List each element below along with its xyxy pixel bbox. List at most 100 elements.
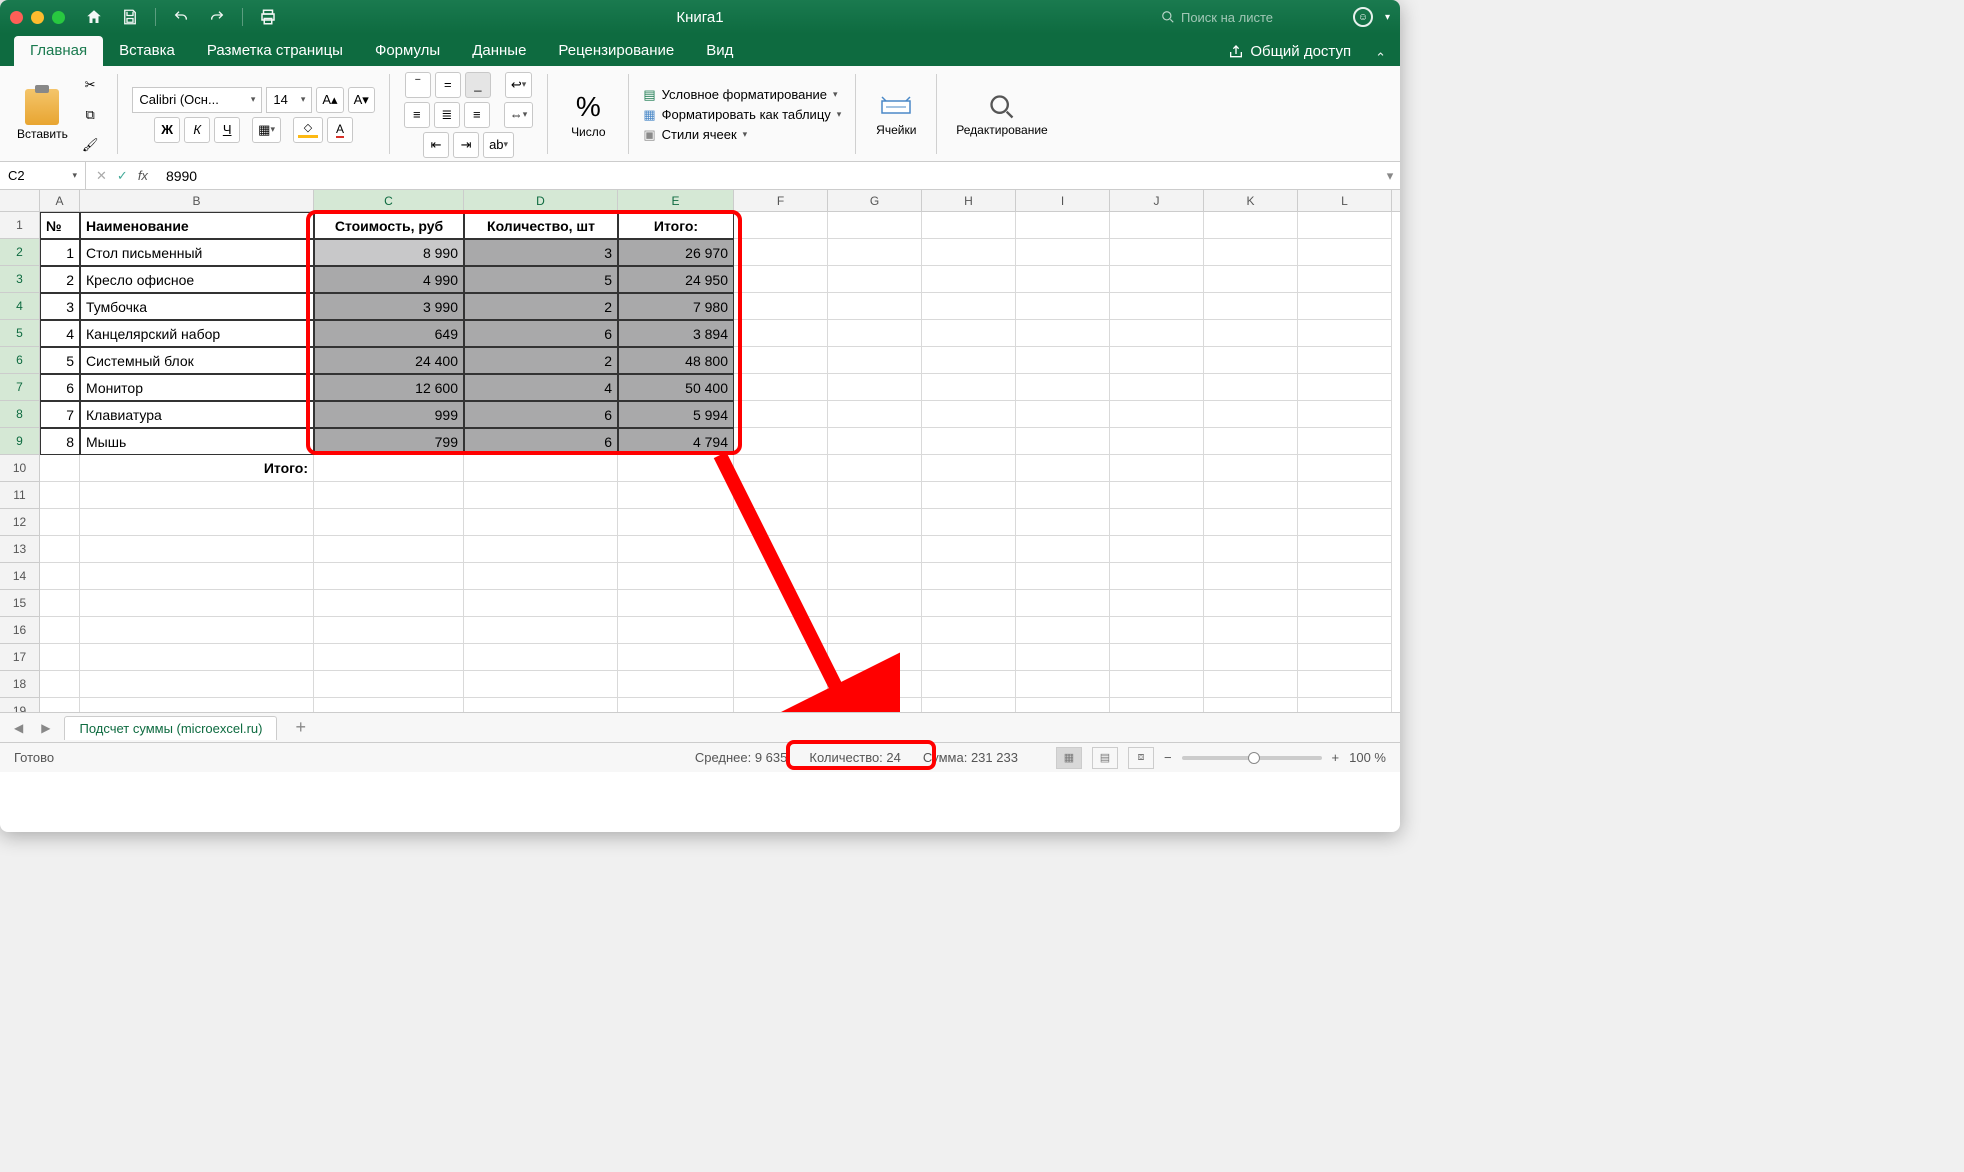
zoom-out-icon[interactable]: − <box>1164 750 1172 765</box>
cell[interactable] <box>1298 212 1392 239</box>
cell[interactable]: 3 <box>40 293 80 320</box>
tab-layout[interactable]: Разметка страницы <box>191 36 359 66</box>
cell[interactable] <box>734 482 828 509</box>
cell[interactable] <box>1016 347 1110 374</box>
increase-indent-icon[interactable]: ⇥ <box>453 132 479 158</box>
row-header[interactable]: 18 <box>0 671 40 698</box>
cell[interactable] <box>314 536 464 563</box>
cell[interactable] <box>1110 293 1204 320</box>
cell[interactable] <box>1110 563 1204 590</box>
cell[interactable] <box>734 509 828 536</box>
cell[interactable] <box>1016 212 1110 239</box>
cell[interactable]: 6 <box>464 320 618 347</box>
save-icon[interactable] <box>119 6 141 28</box>
cell[interactable]: 649 <box>314 320 464 347</box>
align-middle-icon[interactable]: = <box>435 72 461 98</box>
cell[interactable] <box>1110 509 1204 536</box>
cell[interactable] <box>828 266 922 293</box>
cell[interactable]: 2 <box>464 293 618 320</box>
cell[interactable]: Кресло офисное <box>80 266 314 293</box>
row-header[interactable]: 19 <box>0 698 40 712</box>
row-header[interactable]: 10 <box>0 455 40 482</box>
cell[interactable] <box>734 266 828 293</box>
col-header-D[interactable]: D <box>464 190 618 211</box>
cell[interactable] <box>1204 239 1298 266</box>
cell[interactable] <box>464 455 618 482</box>
cell[interactable]: Итого: <box>80 455 314 482</box>
cell[interactable] <box>922 455 1016 482</box>
format-painter-icon[interactable]: 🖌 <box>77 132 104 158</box>
cell[interactable]: 24 400 <box>314 347 464 374</box>
cell[interactable] <box>464 698 618 712</box>
cell[interactable] <box>1204 347 1298 374</box>
cell[interactable] <box>80 644 314 671</box>
spreadsheet-grid[interactable]: A B C D E F G H I J K L 1№НаименованиеСт… <box>0 190 1400 712</box>
cell[interactable] <box>1298 509 1392 536</box>
col-header-B[interactable]: B <box>80 190 314 211</box>
cell[interactable] <box>828 509 922 536</box>
cell[interactable] <box>922 320 1016 347</box>
cell[interactable] <box>618 482 734 509</box>
cell[interactable] <box>618 536 734 563</box>
cell[interactable] <box>618 455 734 482</box>
cell[interactable] <box>922 671 1016 698</box>
cell[interactable] <box>1110 644 1204 671</box>
zoom-in-icon[interactable]: + <box>1332 750 1340 765</box>
cell[interactable] <box>828 320 922 347</box>
cell[interactable] <box>80 590 314 617</box>
col-header-L[interactable]: L <box>1298 190 1392 211</box>
cell[interactable] <box>1016 509 1110 536</box>
cell[interactable] <box>314 563 464 590</box>
conditional-format-button[interactable]: ▤Условное форматирование▾ <box>643 87 841 103</box>
cell[interactable] <box>922 482 1016 509</box>
cell[interactable] <box>314 644 464 671</box>
cell[interactable]: 24 950 <box>618 266 734 293</box>
cell[interactable]: 2 <box>40 266 80 293</box>
font-name-select[interactable]: Calibri (Осн...▾ <box>132 87 262 113</box>
cell[interactable] <box>1110 671 1204 698</box>
cell[interactable] <box>464 671 618 698</box>
cell[interactable] <box>618 563 734 590</box>
cell[interactable] <box>828 482 922 509</box>
cell[interactable] <box>1204 455 1298 482</box>
cell[interactable]: 4 794 <box>618 428 734 455</box>
cell[interactable]: 6 <box>464 401 618 428</box>
cell[interactable] <box>1298 455 1392 482</box>
cell[interactable]: 5 <box>464 266 618 293</box>
confirm-formula-icon[interactable]: ✓ <box>117 168 128 184</box>
align-top-icon[interactable]: ‾ <box>405 72 431 98</box>
cell[interactable] <box>1016 239 1110 266</box>
cell[interactable] <box>828 617 922 644</box>
cell[interactable] <box>828 671 922 698</box>
cell[interactable]: 6 <box>40 374 80 401</box>
align-bottom-icon[interactable]: _ <box>465 72 491 98</box>
cell[interactable]: 3 894 <box>618 320 734 347</box>
cell[interactable] <box>618 617 734 644</box>
cell[interactable] <box>1016 401 1110 428</box>
cell[interactable] <box>734 617 828 644</box>
row-header[interactable]: 8 <box>0 401 40 428</box>
cell[interactable]: 5 <box>40 347 80 374</box>
cell[interactable] <box>734 563 828 590</box>
cell[interactable] <box>80 563 314 590</box>
cell[interactable]: Стол письменный <box>80 239 314 266</box>
cell[interactable] <box>734 293 828 320</box>
cell[interactable] <box>922 617 1016 644</box>
cell[interactable] <box>618 698 734 712</box>
cell[interactable] <box>464 482 618 509</box>
cell[interactable]: № <box>40 212 80 239</box>
font-color-icon[interactable]: А <box>327 117 353 143</box>
cell[interactable] <box>1204 590 1298 617</box>
borders-icon[interactable]: ▦ ▾ <box>252 117 281 143</box>
cell[interactable]: Итого: <box>618 212 734 239</box>
cell[interactable] <box>1110 266 1204 293</box>
minimize-icon[interactable] <box>31 11 44 24</box>
col-header-J[interactable]: J <box>1110 190 1204 211</box>
cell[interactable] <box>1298 401 1392 428</box>
cell[interactable] <box>734 428 828 455</box>
cell[interactable] <box>1110 428 1204 455</box>
wrap-text-icon[interactable]: ↩ ▾ <box>505 72 532 98</box>
row-header[interactable]: 7 <box>0 374 40 401</box>
tab-data[interactable]: Данные <box>456 36 542 66</box>
cell[interactable]: 6 <box>464 428 618 455</box>
